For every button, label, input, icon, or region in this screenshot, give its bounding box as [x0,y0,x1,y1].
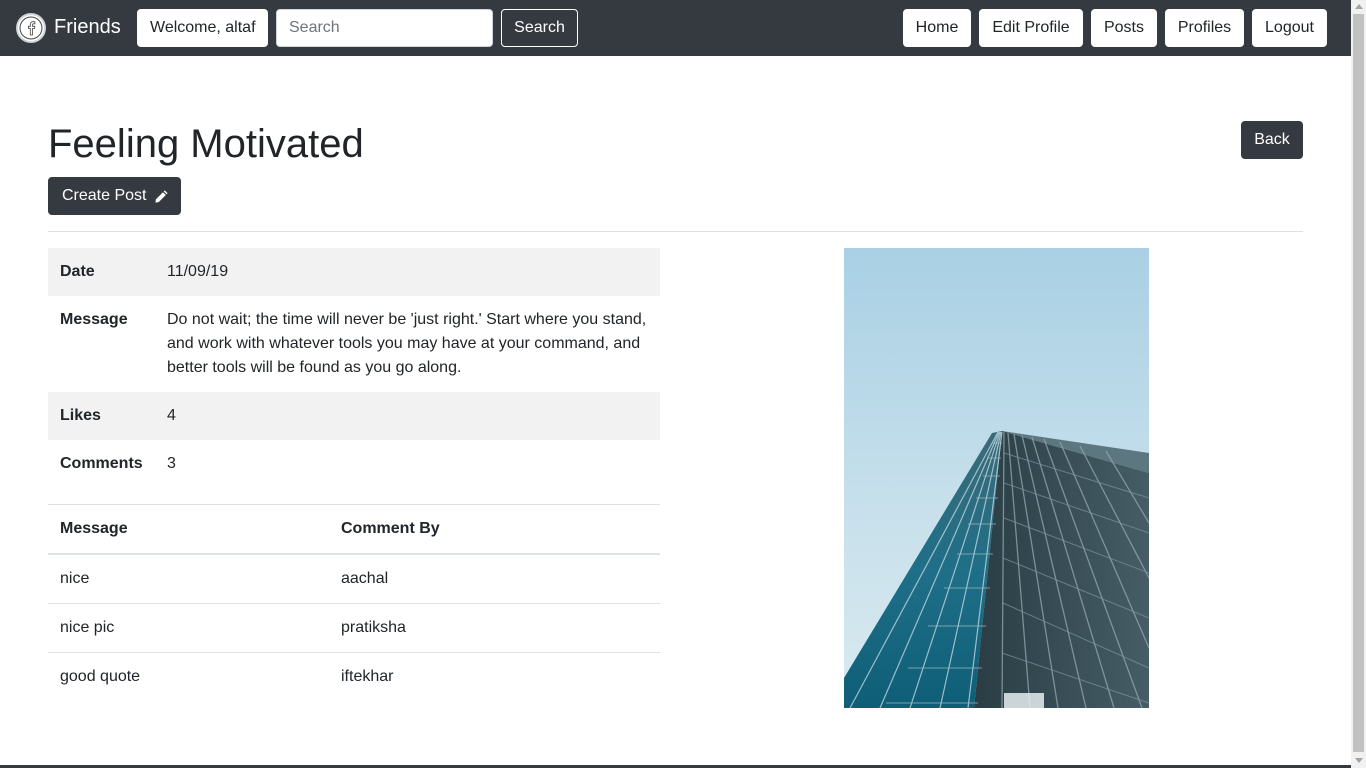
scroll-down-arrow-icon[interactable] [1355,758,1363,763]
table-row: nice aachal [48,553,660,604]
pencil-icon [154,189,169,209]
create-post-button[interactable]: Create Post [48,177,181,215]
column-header-message: Message [48,504,329,555]
detail-value: Do not wait; the time will never be 'jus… [167,311,647,376]
comment-author: iftekhar [329,652,660,701]
detail-row-date: Date 11/09/19 [48,248,660,296]
nav-home-button[interactable]: Home [903,9,971,47]
section-divider [48,231,1303,232]
detail-value: 3 [167,455,176,472]
vertical-scrollbar[interactable] [1351,0,1366,768]
detail-label: Comments [60,455,143,472]
scrollbar-thumb[interactable] [1353,14,1364,752]
detail-value: 11/09/19 [167,263,229,280]
create-post-label: Create Post [62,187,147,204]
post-image [844,248,1149,708]
brand-name[interactable]: Friends [54,15,121,40]
search-button[interactable]: Search [501,9,578,47]
detail-row-likes: Likes 4 [48,392,660,440]
facebook-logo-icon[interactable] [16,13,46,43]
detail-label: Message [60,311,128,328]
column-header-comment-by: Comment By [329,504,660,555]
nav-edit-profile-button[interactable]: Edit Profile [979,9,1083,47]
nav-logout-button[interactable]: Logout [1252,9,1327,47]
nav-posts-button[interactable]: Posts [1091,9,1157,47]
navbar: Friends Welcome, altaf Search Home Edit … [0,0,1351,56]
comments-table: Message Comment By nice aachal nice pic … [48,504,660,701]
comment-author: pratiksha [329,603,660,653]
back-button[interactable]: Back [1241,121,1303,159]
post-details-table: Date 11/09/19 Message Do not wait; the t… [48,248,660,488]
table-row: nice pic pratiksha [48,603,660,653]
scroll-up-arrow-icon[interactable] [1355,4,1363,9]
search-input[interactable] [276,9,493,47]
detail-row-comments: Comments 3 [48,440,660,488]
comments-header-row: Message Comment By [48,504,660,555]
detail-label: Likes [60,407,101,424]
detail-label: Date [60,263,95,280]
comment-author: aachal [329,553,660,604]
welcome-badge: Welcome, altaf [137,9,268,47]
nav-profiles-button[interactable]: Profiles [1165,9,1244,47]
detail-row-message: Message Do not wait; the time will never… [48,296,660,392]
detail-value: 4 [167,407,176,424]
comment-message: good quote [48,652,329,701]
table-row: good quote iftekhar [48,652,660,701]
comment-message: nice [48,553,329,604]
page-title: Feeling Motivated [48,122,364,166]
comment-message: nice pic [48,603,329,653]
